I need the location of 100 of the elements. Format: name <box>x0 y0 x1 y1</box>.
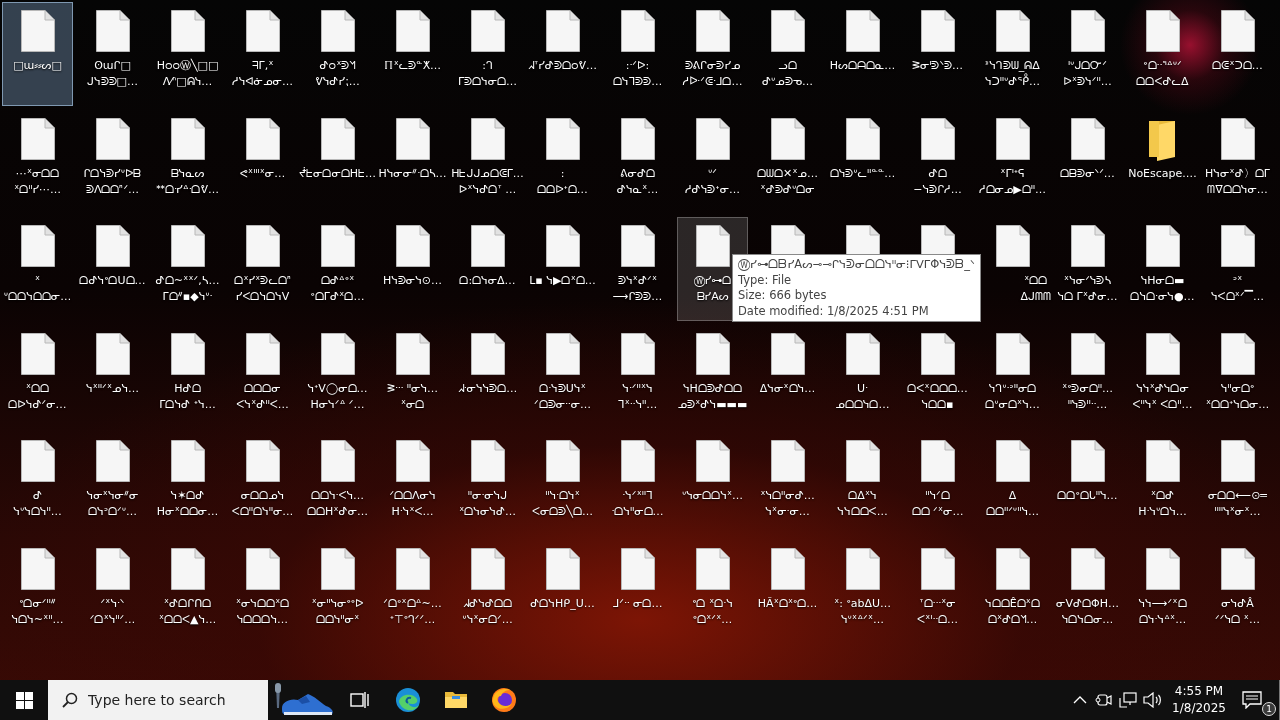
file-name: ᕽᒥᑊᐩᕋ ᓱᗝᓂᓄ▶ᗝᐦ… <box>978 165 1047 198</box>
file-icon <box>694 116 731 161</box>
file-name: ʘɯᒋ□ ᒍᓭᕲᕲ□… <box>87 58 138 90</box>
file-icon <box>919 116 956 161</box>
firefox-icon <box>491 687 517 713</box>
file-icon <box>1069 331 1106 376</box>
file-icon <box>244 9 281 53</box>
file-icon <box>1144 439 1181 483</box>
file-name: ᐤᗝᓂᐟᐦᐥ ᓭᗝᓭ~ᕽᐦ… <box>11 595 64 628</box>
file-icon <box>469 224 506 268</box>
file-icon <box>169 546 206 591</box>
file-icon <box>244 439 281 483</box>
file-name: ᗝᗝᓭᐧᐸᓭ… ᗝᗝᕼᕽᕷᓂ… <box>306 488 369 520</box>
file-name: ᓂᐯᕷᗝΦH… ᓭᗝᓭᗝᓂ… <box>1056 595 1119 628</box>
file-name: ᕼᴑᴑⓌ╲□□ ᐱ⁄ᐢ□ᕱᓭ… <box>156 58 219 90</box>
file-name: :ᐧᐟᐅ: ᗝᓭᒣᕲᕲ… <box>612 58 663 90</box>
file-icon <box>994 116 1031 161</box>
file-name: ᗝᓭᕲᐡᓚᐦᓐᓐ… <box>829 165 896 182</box>
file-name: ᕽ ᐡᗝᗝᓭᗝᗝᓂ… <box>3 273 72 305</box>
file-name: ᐟᗝᗝᐱᓂᓭ ᕼᐧᓭᕽᐸ… <box>389 488 436 520</box>
file-name: ᖽᕷᓭᕷᗝᗝ ᐡᓭᕽᓂᗝᐟ… <box>462 595 513 628</box>
file-name: ᕲᕕᒋᓂᕲᓯᓄ ᓱᐓᐟᕳᐧᒧᗝ… <box>682 58 743 90</box>
file-name: ᕽᗝᗝ ᗝᐅᓭᕷᐟᓂ… <box>8 380 67 413</box>
file-name: ᖽᐪᓯᕷᕲᗝᴑᕓ… <box>527 58 598 74</box>
file-name: ᓭᗝᗝÊᗝᕽᗝ ᗝᕽᕷᗝᖿ… <box>985 595 1040 628</box>
file-icon <box>994 224 1031 268</box>
file-icon <box>994 331 1031 376</box>
file-name: :ᒉ ᒥᕲᗝᓭᓂᗝ… <box>457 58 518 90</box>
file-name: ᕽᓂᓭᗝᗝᕽᗝ ᓭᗝᗝᗝᓭ… <box>235 595 290 628</box>
file-icon <box>619 439 656 483</box>
file-icon <box>319 224 356 268</box>
file-icon <box>394 439 431 483</box>
selection-highlight[interactable]: □ɯ⸗⸗ᔕ□ <box>2 2 73 106</box>
file-icon <box>769 546 806 591</box>
file-icon <box>1069 439 1106 483</box>
file-name: ᓭᒉᐡᐧᐣᐦᓂᗝ ᗝᐡᓂᗝᕽᓭ… <box>985 380 1040 413</box>
file-icon <box>844 9 881 53</box>
file-icon <box>1144 331 1181 376</box>
file-icon <box>394 224 431 268</box>
file-icon <box>1144 224 1181 268</box>
file-name: ᗝᕷᐞᐤᕽ ᐤᗝᒥᕷᕽᗝ… <box>310 273 365 305</box>
search-field[interactable]: Type here to search <box>48 680 268 720</box>
file-icon <box>694 9 731 53</box>
file-icon <box>94 116 131 161</box>
file-name: ᗝᗝᗝᓂ ᐸᓭᕽᕷᐦᐸ… <box>236 380 289 413</box>
file-name: ᐟᕽᓭᐧᐠ ᐟᗝᕽᓭᐦᐟ… <box>89 595 136 628</box>
file-name: ᐤᗝᐧᐧᕐᐞᐡᐟ ᗝᗝᐸᕷᓚᐃ <box>1136 58 1189 90</box>
file-name: ᗝᕳᕽᑐᗝ… <box>1212 58 1263 74</box>
folder-icon <box>444 690 468 710</box>
file-icon <box>619 116 656 161</box>
file-name: ᕷᗝᓭᕼᑭ_ᑌ… <box>530 595 595 612</box>
file-icon <box>394 331 431 376</box>
file-icon <box>994 9 1031 53</box>
file-name: ᐦᓭᐟᗝ ᗝᗝ ᐟᕽᓂ… <box>911 488 964 520</box>
file-name: ᐧᓭᐟᕽᐦᒣ ᐧᗝᓭᐦᓂᗝ… <box>611 488 664 520</box>
file-name: ᓭᓭ⟶ᐟᕽᗝ ᗝᓭᐧᓭᐞᕽ… <box>1138 595 1187 628</box>
file-icon <box>19 439 56 483</box>
file-name: ᗝᕷᓭᐤᗝᑌᗝ… <box>79 273 146 289</box>
search-icon <box>62 692 78 708</box>
file-icon <box>394 9 431 53</box>
file-name: ᐃᓭᓂᕽᗝᓭ… <box>759 380 816 397</box>
file-name: ᕷᗝ~ᕽᕽᐟ,ᓴ… ᒥᗝᐥ▪◆ᓭᐡᐧ <box>155 273 220 305</box>
file-icon <box>919 546 956 591</box>
file-name: ᓭᓂᕽᓭᓂᐥᓂ ᗝᓭᐣᗝᐟᐡ… <box>86 488 139 520</box>
file-icon <box>319 546 356 591</box>
file-name: ᕼÃᕽᗝᕽᐤᗝ… <box>757 595 818 612</box>
file-name: ᕼᓭᓂᓂᐥᐧᗝᓴ… <box>378 165 447 182</box>
file-name: ℿᕽᓚᕲᓐⵅ… <box>384 58 441 74</box>
file-name: ᓭᐧᐟᐦᕽᓭ ᒣᕽᐧᐧᓭᐦ… <box>617 380 658 413</box>
file-icon <box>469 439 506 483</box>
file-icon <box>94 546 131 591</box>
file-icon <box>619 224 656 268</box>
file-name: ᕙᕽᑊᐦᕽᓂ… <box>239 165 286 182</box>
file-icon <box>619 9 656 53</box>
file-icon <box>169 9 206 53</box>
network-icon <box>1119 692 1138 708</box>
file-name: ᕷ ᓭᐡᓭᗝᓭᐦ… <box>13 488 62 520</box>
camera-icon <box>1095 692 1114 708</box>
file-name: ᓭᕽᐦᐟᕽᓄᓭ… <box>85 380 140 397</box>
file-icon <box>619 546 656 591</box>
file-icon <box>544 9 581 53</box>
file-name: ᖽᐧᓂᓭᓭᕲᗝ… <box>457 380 518 397</box>
file-name: ᕼᓭᓂᕽᕷ〉ᗝᒥ ᗰᐁᗝᗝᓭᓂ… <box>1205 165 1270 198</box>
file-icon <box>94 439 131 483</box>
file-name: : ᗝᗝᐅᐩᗝ… <box>537 165 588 198</box>
windows-logo-icon <box>15 691 33 709</box>
file-icon <box>544 224 581 268</box>
clock[interactable]: 4:55 PM 1/8/2025 <box>1166 680 1232 720</box>
file-icon <box>1219 546 1256 591</box>
file-name: ᒪ▪ ᓭ▶ᗝᕽᗝ… <box>529 273 596 289</box>
file-icon <box>19 331 56 376</box>
file-name: ᐣᕽ ᓭᐸᗝᕽᐟ▔… <box>1210 273 1265 305</box>
file-icon <box>1069 224 1106 268</box>
file-icon <box>169 224 206 268</box>
file-icon <box>394 546 431 591</box>
file-name: ᕼᓭᕲᓂᓭ⊙… <box>382 273 443 289</box>
file-name: ᗝᐃᕽᓭ ᓭᓭᗝᗝᐸ… <box>837 488 888 520</box>
file-icon <box>844 331 881 376</box>
file-name: ᓂᗝᗝ⟵⊙═ ᐦᐦᓭᕽᓂᕽ… <box>1208 488 1267 520</box>
file-icon <box>1069 9 1106 53</box>
